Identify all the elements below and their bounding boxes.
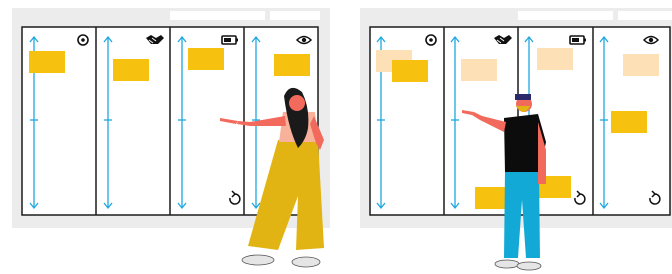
sticky-note — [274, 54, 310, 76]
illustration-scene — [0, 0, 672, 274]
sticky-note — [113, 59, 149, 81]
left-panel — [12, 8, 330, 268]
left-topbar-block — [170, 11, 265, 20]
sticky-note — [392, 60, 428, 82]
right-topbar-block — [518, 11, 613, 20]
sticky-note — [611, 111, 647, 133]
right-panel — [360, 8, 672, 271]
left-topbar-block-small — [270, 11, 320, 20]
illustration-canvas — [12, 8, 672, 271]
sticky-note-faded — [623, 54, 659, 76]
sticky-note-faded — [537, 48, 573, 70]
right-topbar-block-small — [618, 11, 672, 20]
sticky-note — [188, 48, 224, 70]
sticky-note — [29, 51, 65, 73]
sticky-note-faded — [461, 59, 497, 81]
